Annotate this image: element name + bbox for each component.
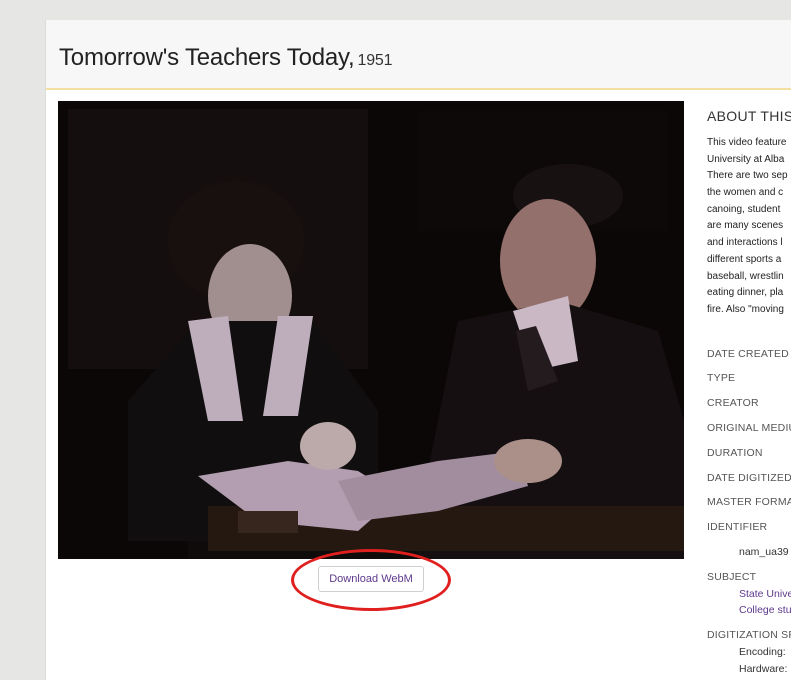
description-line: baseball, wrestlin xyxy=(707,270,784,282)
description-line: eating dinner, pla xyxy=(707,287,784,299)
subject-link[interactable]: State Unive xyxy=(739,588,791,600)
page-header: Tomorrow's Teachers Today, 1951 xyxy=(46,20,791,90)
spec-encoding-label: Encoding: xyxy=(739,646,786,658)
field-identifier: IDENTIFIER xyxy=(707,521,768,533)
subject-link[interactable]: College stu xyxy=(739,604,791,616)
description-line: canoing, student xyxy=(707,203,781,215)
field-subject: SUBJECT xyxy=(707,571,757,583)
field-creator: CREATOR xyxy=(707,397,759,409)
field-master-format: MASTER FORMA xyxy=(707,496,791,508)
spec-hardware-label: Hardware: xyxy=(739,663,788,675)
field-type: TYPE xyxy=(707,372,736,384)
description-line: University at Alba xyxy=(707,153,785,165)
description: This video feature University at Alba Th… xyxy=(707,135,791,319)
description-line: fire. Also "moving xyxy=(707,303,784,315)
description-line: This video feature xyxy=(707,137,787,148)
video-player[interactable] xyxy=(58,101,684,559)
description-line: are many scenes xyxy=(707,220,784,232)
identifier-value: nam_ua39 xyxy=(739,546,789,558)
field-digitization-specs: DIGITIZATION SP xyxy=(707,629,791,641)
title-year: 1951 xyxy=(357,52,393,69)
title-text: Tomorrow's Teachers Today, xyxy=(59,44,355,71)
description-line: different sports a xyxy=(707,253,782,265)
field-date-created: DATE CREATED xyxy=(707,348,789,360)
field-duration: DURATION xyxy=(707,447,763,459)
item-card: Tomorrow's Teachers Today, 1951 Download… xyxy=(45,20,791,680)
description-line: There are two sep xyxy=(707,170,788,182)
description-line: the women and c xyxy=(707,187,784,199)
download-webm-button[interactable]: Download WebM xyxy=(318,566,424,592)
field-original-medium: ORIGINAL MEDIU xyxy=(707,422,791,434)
description-line: and interactions l xyxy=(707,237,783,249)
field-date-digitized: DATE DIGITIZED xyxy=(707,472,791,484)
page-title: Tomorrow's Teachers Today, 1951 xyxy=(59,44,393,72)
about-heading: ABOUT THIS xyxy=(707,108,791,124)
video-frame-image xyxy=(58,101,684,559)
